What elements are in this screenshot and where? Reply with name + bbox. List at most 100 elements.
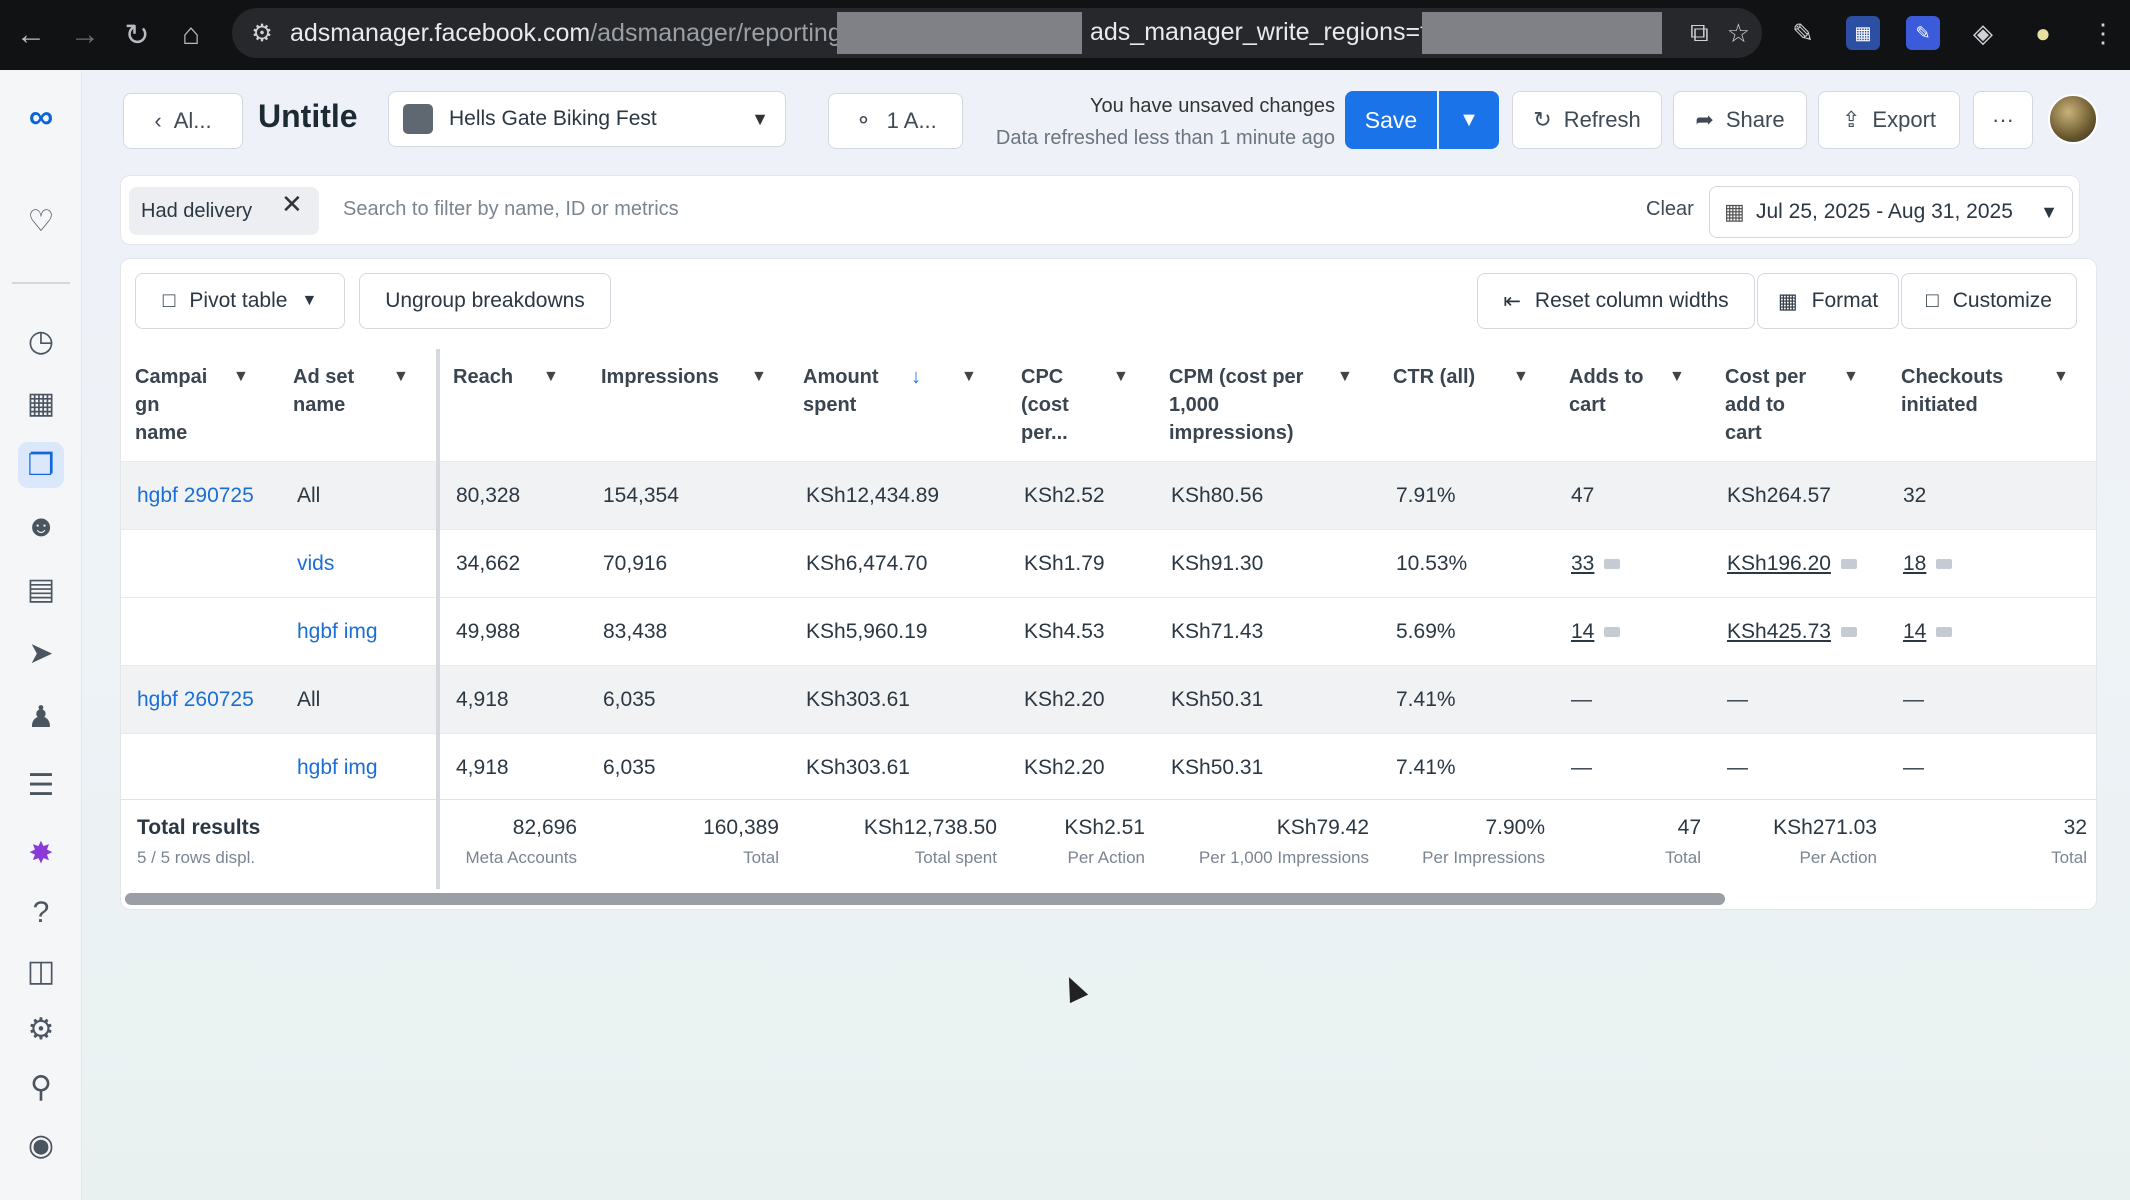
col-header-checkouts[interactable]: Checkouts initiated ▼ xyxy=(1887,349,2096,461)
megaphone-ads-icon[interactable]: ➤ xyxy=(18,630,64,676)
home-icon[interactable]: ⌂ xyxy=(164,8,218,62)
profile-avatar[interactable] xyxy=(2048,94,2098,144)
billing-card-icon[interactable]: ▤ xyxy=(18,566,64,612)
checkouts-link[interactable]: 14 xyxy=(1903,620,1953,644)
chevron-down-icon[interactable]: ▼ xyxy=(1843,363,1859,391)
total-checkouts: 32 xyxy=(2063,816,2087,839)
adset-name-link[interactable]: hgbf img xyxy=(297,756,378,780)
chevron-down-icon[interactable]: ▼ xyxy=(751,363,767,391)
pivot-table-label: Pivot table xyxy=(189,289,288,312)
open-in-app-icon[interactable]: ⧉ xyxy=(1690,17,1709,49)
reset-column-widths-button[interactable]: ⇤ Reset column widths xyxy=(1477,273,1755,329)
ads-reporting-icon[interactable]: ❐ xyxy=(18,442,64,488)
sort-descending-icon[interactable]: ↓ xyxy=(911,363,921,391)
ungroup-breakdowns-button[interactable]: Ungroup breakdowns xyxy=(359,273,611,329)
chevron-down-icon[interactable]: ▼ xyxy=(961,363,977,391)
table-row[interactable]: hgbf img 4,918 6,035 KSh303.61 KSh2.20 K… xyxy=(121,733,2096,801)
ad-account-button[interactable]: ⚬ 1 A... xyxy=(828,93,963,149)
col-header-amount-spent[interactable]: Amount spent ↓ ▼ xyxy=(789,349,1007,461)
save-options-dropdown[interactable]: ▼ xyxy=(1439,91,1499,149)
col-header-reach[interactable]: Reach ▼ xyxy=(439,349,587,461)
chevron-down-icon[interactable]: ▼ xyxy=(393,363,409,391)
notifications-bell-icon[interactable]: ♡ xyxy=(18,198,64,244)
col-header-adset[interactable]: Ad set name ▼ xyxy=(279,349,437,461)
date-range-picker[interactable]: ▦ Jul 25, 2025 - Aug 31, 2025 ▼ xyxy=(1709,186,2073,238)
search-input[interactable] xyxy=(343,198,1043,221)
campaigns-grid-icon[interactable]: ▦ xyxy=(18,380,64,426)
editor-extension-icon[interactable]: ✎ xyxy=(1906,16,1940,50)
cost-per-add-link[interactable]: KSh425.73 xyxy=(1727,620,1857,644)
col-header-cpc[interactable]: CPC (cost per... ▼ xyxy=(1007,349,1155,461)
browser-menu-icon[interactable]: ⋮ xyxy=(2086,16,2120,50)
close-icon[interactable]: ✕ xyxy=(281,189,303,220)
col-header-adds-to-cart[interactable]: Adds to cart ▼ xyxy=(1555,349,1711,461)
save-button[interactable]: Save xyxy=(1345,91,1437,149)
bug-report-icon[interactable]: ◉ xyxy=(18,1122,64,1168)
audiences-icon[interactable]: ☻ xyxy=(18,504,64,550)
chevron-down-icon[interactable]: ▼ xyxy=(233,363,249,391)
all-tools-menu-icon[interactable]: ☰ xyxy=(18,762,64,808)
pen-extension-icon[interactable]: ✎ xyxy=(1786,16,1820,50)
col-header-campaign[interactable]: Campai gn name ▼ xyxy=(121,349,279,461)
table-row[interactable]: vids 34,662 70,916 KSh6,474.70 KSh1.79 K… xyxy=(121,529,2096,597)
horizontal-scrollbar[interactable] xyxy=(125,893,1725,905)
adds-to-cart-link[interactable]: 33 xyxy=(1571,552,1621,576)
chevron-down-icon: ▼ xyxy=(1459,108,1479,131)
meta-logo-icon[interactable]: ∞ xyxy=(18,94,64,140)
search-icon[interactable]: ⚲ xyxy=(18,1064,64,1110)
customize-button[interactable]: □ Customize xyxy=(1901,273,2077,329)
adset-name-link[interactable]: vids xyxy=(297,552,334,576)
puzzle-extensions-icon[interactable]: ◈ xyxy=(1966,16,2000,50)
chevron-down-icon[interactable]: ▼ xyxy=(1669,363,1685,391)
format-grid-icon: ▦ xyxy=(1777,289,1798,313)
clear-filters-button[interactable]: Clear xyxy=(1646,198,1694,221)
business-support-icon[interactable]: ♟ xyxy=(18,694,64,740)
account-overview-icon[interactable]: ◷ xyxy=(18,318,64,364)
chevron-down-icon[interactable]: ▼ xyxy=(1513,363,1529,391)
report-title[interactable]: Untitle xyxy=(258,98,358,135)
chevron-down-icon[interactable]: ▼ xyxy=(1337,363,1353,391)
share-button[interactable]: ➦ Share xyxy=(1673,91,1807,149)
campaign-select[interactable]: Hells Gate Biking Fest ▼ xyxy=(388,91,786,147)
reports-book-icon[interactable]: ◫ xyxy=(18,948,64,994)
chevron-down-icon[interactable]: ▼ xyxy=(2053,363,2069,391)
checkouts-value: 18 xyxy=(1903,552,1927,575)
format-button[interactable]: ▦ Format xyxy=(1757,273,1899,329)
col-header-cost-per-add[interactable]: Cost per add to cart ▼ xyxy=(1711,349,1887,461)
translate-extension-icon[interactable]: ▦ xyxy=(1846,16,1880,50)
col-header-impressions[interactable]: Impressions ▼ xyxy=(587,349,789,461)
campaign-name-link[interactable]: hgbf 290725 xyxy=(137,484,254,508)
settings-gear-icon[interactable]: ⚙ xyxy=(18,1006,64,1052)
reach-value: 49,988 xyxy=(456,620,521,643)
chevron-down-icon[interactable]: ▼ xyxy=(1113,363,1129,391)
chevron-down-icon[interactable]: ▼ xyxy=(543,363,559,391)
export-button[interactable]: ⇪ Export xyxy=(1818,91,1960,149)
checkouts-link[interactable]: 18 xyxy=(1903,552,1953,576)
adds-to-cart-link[interactable]: 14 xyxy=(1571,620,1621,644)
frozen-column-divider[interactable] xyxy=(436,349,440,889)
back-to-all-button[interactable]: ‹ Al... xyxy=(123,93,243,149)
reload-icon[interactable]: ↻ xyxy=(110,8,164,62)
campaign-name-link[interactable]: hgbf 260725 xyxy=(137,688,254,712)
more-options-button[interactable]: ··· xyxy=(1973,91,2033,149)
col-header-ctr[interactable]: CTR (all) ▼ xyxy=(1379,349,1555,461)
checkouts-value: — xyxy=(1903,756,1924,779)
adset-name-link[interactable]: hgbf img xyxy=(297,620,378,644)
profile-extension-icon[interactable]: ● xyxy=(2026,16,2060,50)
table-row[interactable]: hgbf 260725 All 4,918 6,035 KSh303.61 KS… xyxy=(121,665,2096,733)
refresh-button[interactable]: ↻ Refresh xyxy=(1512,91,1662,149)
table-row[interactable]: hgbf 290725 All 80,328 154,354 KSh12,434… xyxy=(121,461,2096,529)
table-row[interactable]: hgbf img 49,988 83,438 KSh5,960.19 KSh4.… xyxy=(121,597,2096,665)
help-question-icon[interactable]: ? xyxy=(18,890,64,936)
cost-per-add-link[interactable]: KSh196.20 xyxy=(1727,552,1857,576)
bookmark-star-icon[interactable]: ☆ xyxy=(1727,18,1750,49)
site-info-icon[interactable]: ⚙ xyxy=(240,11,284,55)
col-header-cpm[interactable]: CPM (cost per 1,000 impressions) ▼ xyxy=(1155,349,1379,461)
left-navigation-rail: ∞ ♡ ◷ ▦ ❐ ☻ ▤ ➤ ♟ ☰ ✸ ? ◫ ⚙ ⚲ ◉ xyxy=(0,70,82,1200)
forward-arrow-icon[interactable]: → xyxy=(58,8,112,62)
back-arrow-icon[interactable]: ← xyxy=(4,8,58,62)
meta-ai-sparkle-icon[interactable]: ✸ xyxy=(18,830,64,876)
refresh-icon: ↻ xyxy=(1533,107,1552,132)
address-bar[interactable]: ⚙ adsmanager.facebook.com/adsmanager/rep… xyxy=(232,8,1762,58)
pivot-table-button[interactable]: □ Pivot table ▼ xyxy=(135,273,345,329)
